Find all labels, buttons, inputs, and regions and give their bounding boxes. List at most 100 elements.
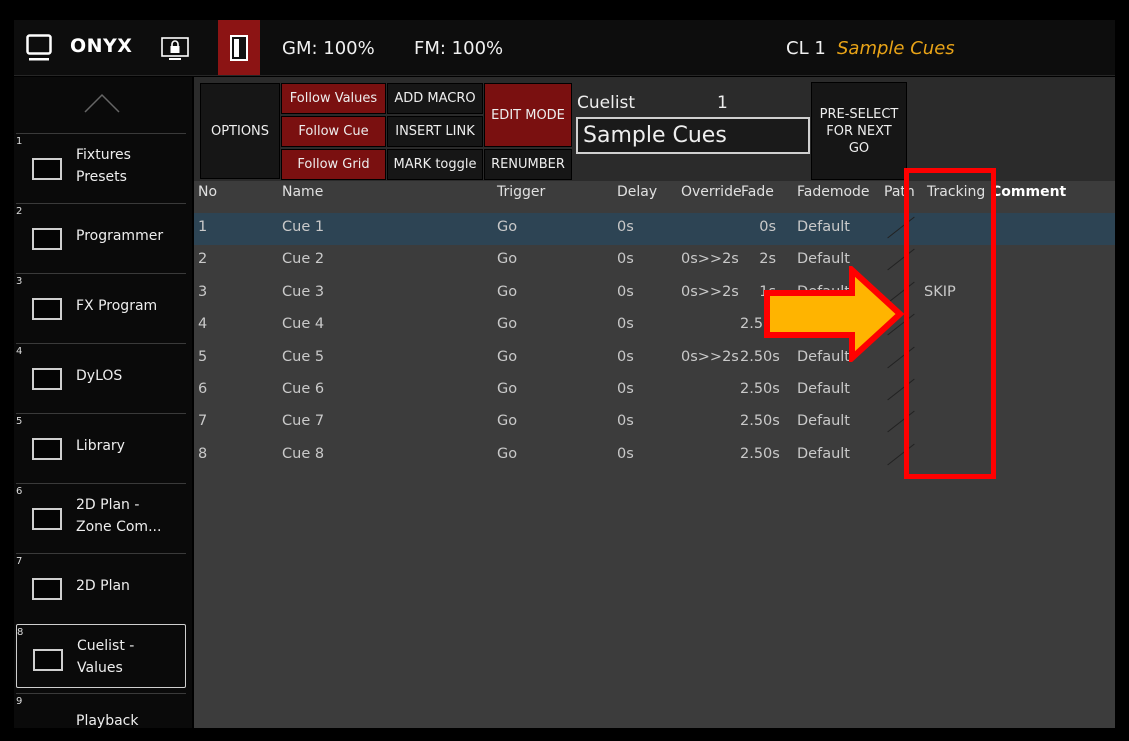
cell-name[interactable]: Cue 8 <box>282 446 324 462</box>
cell-no[interactable]: 3 <box>198 284 207 300</box>
edit-mode-button[interactable]: EDIT MODE <box>484 83 572 147</box>
path-curve-icon[interactable] <box>887 378 915 401</box>
cell-override[interactable]: 0s>>2s <box>681 349 739 365</box>
flash-master-readout[interactable]: FM: 100% <box>414 38 503 59</box>
sidebar-item-2d-plan[interactable]: 7 2D Plan <box>16 553 186 617</box>
cell-delay[interactable]: 0s <box>617 284 634 300</box>
cell-fade[interactable]: 2.50s <box>740 446 780 462</box>
cell-fade[interactable]: 2.50s <box>740 381 780 397</box>
path-curve-icon[interactable] <box>887 216 915 239</box>
table-row[interactable]: 5 Cue 5 Go 0s 0s>>2s 2.50s Default <box>194 343 1115 375</box>
sidebar-item-fx-program[interactable]: 3 FX Program <box>16 273 186 337</box>
renumber-button[interactable]: RENUMBER <box>484 149 572 180</box>
table-row[interactable]: 3Cue 3Go0s0s>>2s1sDefaultSKIP <box>194 278 1115 310</box>
cell-fademode[interactable]: Default <box>797 446 850 462</box>
sidebar-item-2d-plan-zone[interactable]: 6 2D Plan - Zone Com... <box>16 483 186 547</box>
cell-no[interactable]: 7 <box>198 413 207 429</box>
cell-tracking[interactable]: SKIP <box>924 284 956 300</box>
follow-grid-button[interactable]: Follow Grid <box>281 149 386 180</box>
cell-no[interactable]: 1 <box>198 219 207 235</box>
cell-trigger[interactable]: Go <box>497 349 517 365</box>
chevron-up-icon[interactable] <box>84 93 120 113</box>
cell-delay[interactable]: 0s <box>617 251 634 267</box>
sidebar-item-fixtures-presets[interactable]: 1 Fixtures Presets <box>16 133 186 197</box>
options-button[interactable]: OPTIONS <box>200 83 280 179</box>
table-row[interactable]: 1 Cue 1 Go 0s 0s Default <box>194 213 1115 245</box>
insert-link-button[interactable]: INSERT LINK <box>387 116 483 147</box>
follow-cue-button[interactable]: Follow Cue <box>281 116 386 147</box>
preselect-next-go-button[interactable]: PRE-SELECT FOR NEXT GO <box>811 82 907 180</box>
cell-fademode[interactable]: Default <box>797 381 850 397</box>
path-curve-icon[interactable] <box>887 443 915 466</box>
sidebar-item-label: 2D Plan <box>76 578 130 594</box>
cell-name[interactable]: Cue 4 <box>282 316 324 332</box>
follow-values-button[interactable]: Follow Values <box>281 83 386 114</box>
sidebar-item-library[interactable]: 5 Library <box>16 413 186 477</box>
cell-trigger[interactable]: Go <box>497 219 517 235</box>
cell-no[interactable]: 4 <box>198 316 207 332</box>
cell-fade[interactable]: 0s <box>740 219 776 235</box>
table-row[interactable]: 2 Cue 2 Go 0s 0s>>2s 2s Default <box>194 245 1115 277</box>
cell-name[interactable]: Cue 2 <box>282 251 324 267</box>
table-row[interactable]: 6 Cue 6 Go 0s 2.50s Default <box>194 375 1115 407</box>
current-cuelist-name: Sample Cues <box>837 38 955 59</box>
cell-delay[interactable]: 0s <box>617 349 634 365</box>
cell-trigger[interactable]: Go <box>497 413 517 429</box>
column-header-trigger[interactable]: Trigger <box>497 184 545 200</box>
lock-icon[interactable] <box>160 34 190 64</box>
cuelist-number: 1 <box>717 93 728 113</box>
cell-fade[interactable]: 2s <box>740 251 776 267</box>
cell-trigger[interactable]: Go <box>497 316 517 332</box>
cell-override[interactable]: 0s>>2s <box>681 251 739 267</box>
cuelist-name-field[interactable]: Sample Cues <box>576 117 810 154</box>
sidebar-item-dylos[interactable]: 4 DyLOS <box>16 343 186 407</box>
cell-name[interactable]: Cue 6 <box>282 381 324 397</box>
table-row[interactable]: 4Cue 4Go0s2.50sDefault <box>194 310 1115 342</box>
table-row[interactable]: 8 Cue 8 Go 0s 2.50s Default <box>194 440 1115 472</box>
cell-delay[interactable]: 0s <box>617 316 634 332</box>
cuelist-panel: OPTIONS Follow Values Follow Cue Follow … <box>194 77 1115 728</box>
cell-name[interactable]: Cue 3 <box>282 284 324 300</box>
sidebar-item-playback[interactable]: 9 Playback <box>16 693 186 728</box>
cell-trigger[interactable]: Go <box>497 251 517 267</box>
cell-trigger[interactable]: Go <box>497 446 517 462</box>
column-header-delay[interactable]: Delay <box>617 184 657 200</box>
mark-toggle-button[interactable]: MARK toggle <box>387 149 483 180</box>
column-header-fademode[interactable]: Fademode <box>797 184 870 200</box>
column-header-no[interactable]: No <box>198 184 217 200</box>
add-macro-button[interactable]: ADD MACRO <box>387 83 483 114</box>
app-name: ONYX <box>70 35 133 57</box>
cell-delay[interactable]: 0s <box>617 446 634 462</box>
sidebar-item-programmer[interactable]: 2 Programmer <box>16 203 186 267</box>
cell-fademode[interactable]: Default <box>797 251 850 267</box>
cell-delay[interactable]: 0s <box>617 413 634 429</box>
sidebar-item-cuelist-values[interactable]: 8 Cuelist - Values <box>16 624 186 688</box>
cell-no[interactable]: 5 <box>198 349 207 365</box>
cell-fademode[interactable]: Default <box>797 219 850 235</box>
cell-name[interactable]: Cue 5 <box>282 349 324 365</box>
panel-toggle-button[interactable] <box>218 20 260 75</box>
column-header-name[interactable]: Name <box>282 184 323 200</box>
monitor-icon[interactable] <box>26 34 52 62</box>
column-header-override[interactable]: Override <box>681 184 742 200</box>
column-header-fade[interactable]: Fade <box>741 184 774 200</box>
cell-delay[interactable]: 0s <box>617 381 634 397</box>
cell-fade[interactable]: 2.50s <box>740 413 780 429</box>
column-header-path[interactable]: Path <box>884 184 915 200</box>
grand-master-readout[interactable]: GM: 100% <box>282 38 375 59</box>
cell-trigger[interactable]: Go <box>497 381 517 397</box>
cell-fademode[interactable]: Default <box>797 413 850 429</box>
column-header-tracking[interactable]: Tracking <box>927 184 985 200</box>
column-header-comment[interactable]: Comment <box>991 184 1066 200</box>
cell-delay[interactable]: 0s <box>617 219 634 235</box>
cell-name[interactable]: Cue 7 <box>282 413 324 429</box>
cell-no[interactable]: 6 <box>198 381 207 397</box>
cell-override[interactable]: 0s>>2s <box>681 284 739 300</box>
cell-no[interactable]: 8 <box>198 446 207 462</box>
cell-no[interactable]: 2 <box>198 251 207 267</box>
cell-trigger[interactable]: Go <box>497 284 517 300</box>
path-curve-icon[interactable] <box>887 411 915 433</box>
cell-name[interactable]: Cue 1 <box>282 219 324 235</box>
window-icon <box>32 298 62 320</box>
table-row[interactable]: 7 Cue 7 Go 0s 2.50s Default <box>194 407 1115 439</box>
